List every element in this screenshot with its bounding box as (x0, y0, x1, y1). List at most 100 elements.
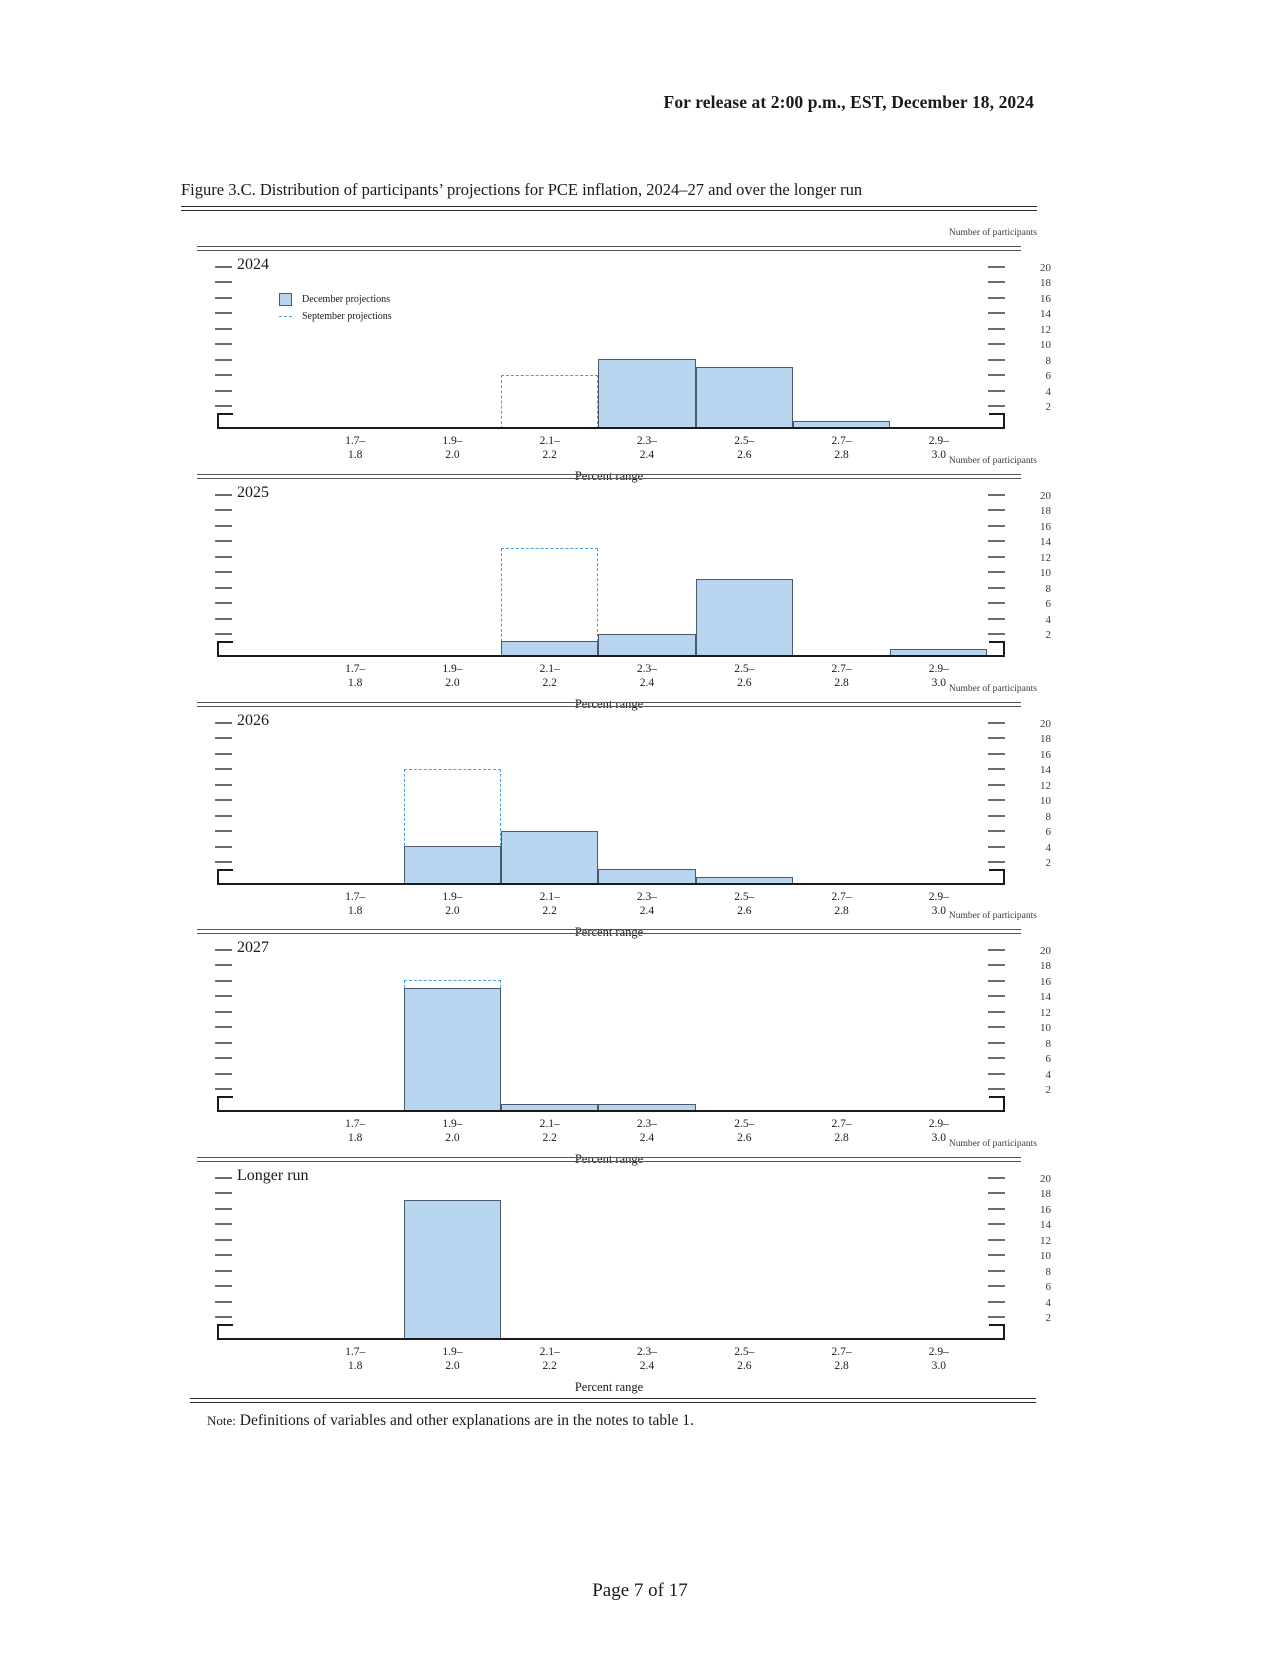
x-tick-label-line1: 2.7– (831, 891, 852, 903)
y-tick-label-20: 20 (1040, 944, 1051, 957)
y-tick-label-6: 6 (1045, 826, 1052, 839)
note-divider (190, 1398, 1036, 1403)
x-tick-label: 2.5– 2.6 (709, 1346, 779, 1373)
y-tick-label-18: 18 (1040, 733, 1051, 746)
axis-corner-left (217, 869, 233, 885)
x-tick-label-line1: 2.1– (539, 1346, 560, 1358)
x-tick-label-line2: 1.8 (347, 1359, 363, 1372)
x-tick-label: 2.7– 2.8 (807, 663, 877, 690)
axis-corner-left (217, 1324, 233, 1340)
y-tick-label-10: 10 (1040, 1022, 1051, 1035)
y-tick-right-2 (988, 1316, 1005, 1319)
x-tick-label-line1: 2.1– (539, 1118, 560, 1130)
y-tick-left-12 (215, 783, 232, 786)
number-of-participants-label: Number of participants (948, 1139, 1037, 1149)
y-tick-left-8 (215, 814, 232, 817)
y-tick-label-10: 10 (1040, 339, 1051, 352)
panel-2025: Number of participants 2025 20 18 16 14 12 10 8 6… (181, 456, 1051, 711)
x-tick-label: 2.3– 2.4 (612, 663, 682, 690)
y-tick-label-2: 2 (1045, 1084, 1052, 1097)
x-tick-label-line1: 2.5– (734, 435, 755, 447)
y-tick-label-10: 10 (1040, 567, 1051, 580)
y-tick-right-20 (988, 721, 1005, 724)
y-tick-right-10 (988, 1026, 1005, 1029)
y-tick-left-6 (215, 830, 232, 833)
axis-corner-right (989, 413, 1005, 429)
x-tick-label-line2: 2.0 (445, 1359, 460, 1372)
y-tick-label-20: 20 (1040, 489, 1051, 502)
y-tick-left-16 (215, 752, 232, 755)
y-tick-left-12 (215, 327, 232, 330)
panel-longer-run: Number of participants Longer run 20 18 16 14… (181, 1139, 1051, 1394)
y-tick-label-8: 8 (1045, 354, 1052, 367)
note-text: Definitions of variables and other expla… (239, 1412, 694, 1429)
y-tick-left-14 (215, 768, 232, 771)
y-tick-label-4: 4 (1045, 1068, 1052, 1081)
y-tick-right-18 (988, 509, 1005, 512)
x-tick-label-line1: 1.7– (345, 1346, 366, 1358)
panel-label: 2026 (237, 712, 269, 729)
x-tick-label-line2: 2.8 (834, 1359, 849, 1372)
y-tick-label-20: 20 (1040, 717, 1051, 730)
y-tick-label-16: 16 (1040, 520, 1051, 533)
y-tick-right-18 (988, 281, 1005, 284)
y-tick-left-14 (215, 312, 232, 315)
y-tick-right-12 (988, 783, 1005, 786)
x-tick-label-line1: 1.7– (345, 435, 366, 447)
y-tick-right-8 (988, 586, 1005, 589)
axis-corner-right (989, 1096, 1005, 1112)
y-tick-left-20 (215, 1176, 232, 1179)
number-of-participants-label: Number of participants (948, 228, 1037, 238)
y-tick-label-6: 6 (1045, 598, 1052, 611)
y-tick-right-20 (988, 1176, 1005, 1179)
x-tick-label-line2: 2.6 (737, 1359, 752, 1372)
y-tick-right-4 (988, 389, 1005, 392)
y-tick-label-4: 4 (1045, 385, 1052, 398)
y-tick-left-14 (215, 995, 232, 998)
number-of-participants-label: Number of participants (948, 911, 1037, 921)
y-tick-left-16 (215, 524, 232, 527)
x-tick-label: 2.3– 2.4 (612, 435, 682, 462)
y-tick-left-4 (215, 617, 232, 620)
y-tick-label-18: 18 (1040, 277, 1051, 290)
y-tick-left-16 (215, 979, 232, 982)
legend-label-september: September projections (302, 310, 392, 322)
y-tick-right-14 (988, 995, 1005, 998)
y-tick-label-12: 12 (1040, 551, 1051, 564)
x-tick-label-line1: 1.9– (442, 1346, 463, 1358)
y-tick-right-10 (988, 343, 1005, 346)
y-tick-left-6 (215, 1285, 232, 1288)
panel-label: Longer run (237, 1167, 309, 1184)
y-tick-left-4 (215, 1300, 232, 1303)
y-tick-label-2: 2 (1045, 401, 1052, 414)
y-tick-right-6 (988, 1285, 1005, 1288)
axis-corner-left (217, 1096, 233, 1112)
y-tick-left-14 (215, 1223, 232, 1226)
x-tick-label-line1: 2.1– (539, 435, 560, 447)
panel-top-divider (197, 702, 1021, 707)
x-tick-label: 2.7– 2.8 (807, 435, 877, 462)
x-tick-label: 2.5– 2.6 (709, 663, 779, 690)
panel-2027: Number of participants 2027 20 18 16 14 12 10 8 6… (181, 911, 1051, 1166)
y-tick-right-10 (988, 799, 1005, 802)
y-tick-left-20 (215, 265, 232, 268)
y-tick-left-10 (215, 799, 232, 802)
y-tick-left-12 (215, 1238, 232, 1241)
figure-title: Figure 3.C. Distribution of participants… (181, 180, 863, 199)
y-tick-left-10 (215, 571, 232, 574)
x-tick-label-line1: 1.9– (442, 435, 463, 447)
x-tick-label-line2: 3.0 (931, 1359, 947, 1372)
plot-area: 2027 20 18 16 14 12 10 8 6 4 2 (197, 937, 1051, 1112)
x-tick-label-line1: 2.7– (831, 663, 852, 675)
y-tick-left-18 (215, 281, 232, 284)
y-tick-left-18 (215, 509, 232, 512)
axis-corner-right (989, 1324, 1005, 1340)
panel-top-divider (197, 246, 1021, 251)
x-tick-label-line1: 2.9– (928, 435, 949, 447)
x-tick-label-line2: 2.4 (639, 1359, 655, 1372)
y-tick-left-2 (215, 1088, 232, 1091)
figure-note: Note: Definitions of variables and other… (207, 1412, 694, 1430)
x-tick-label-line1: 2.5– (734, 891, 755, 903)
x-tick-label-line1: 1.7– (345, 663, 366, 675)
y-tick-left-4 (215, 845, 232, 848)
